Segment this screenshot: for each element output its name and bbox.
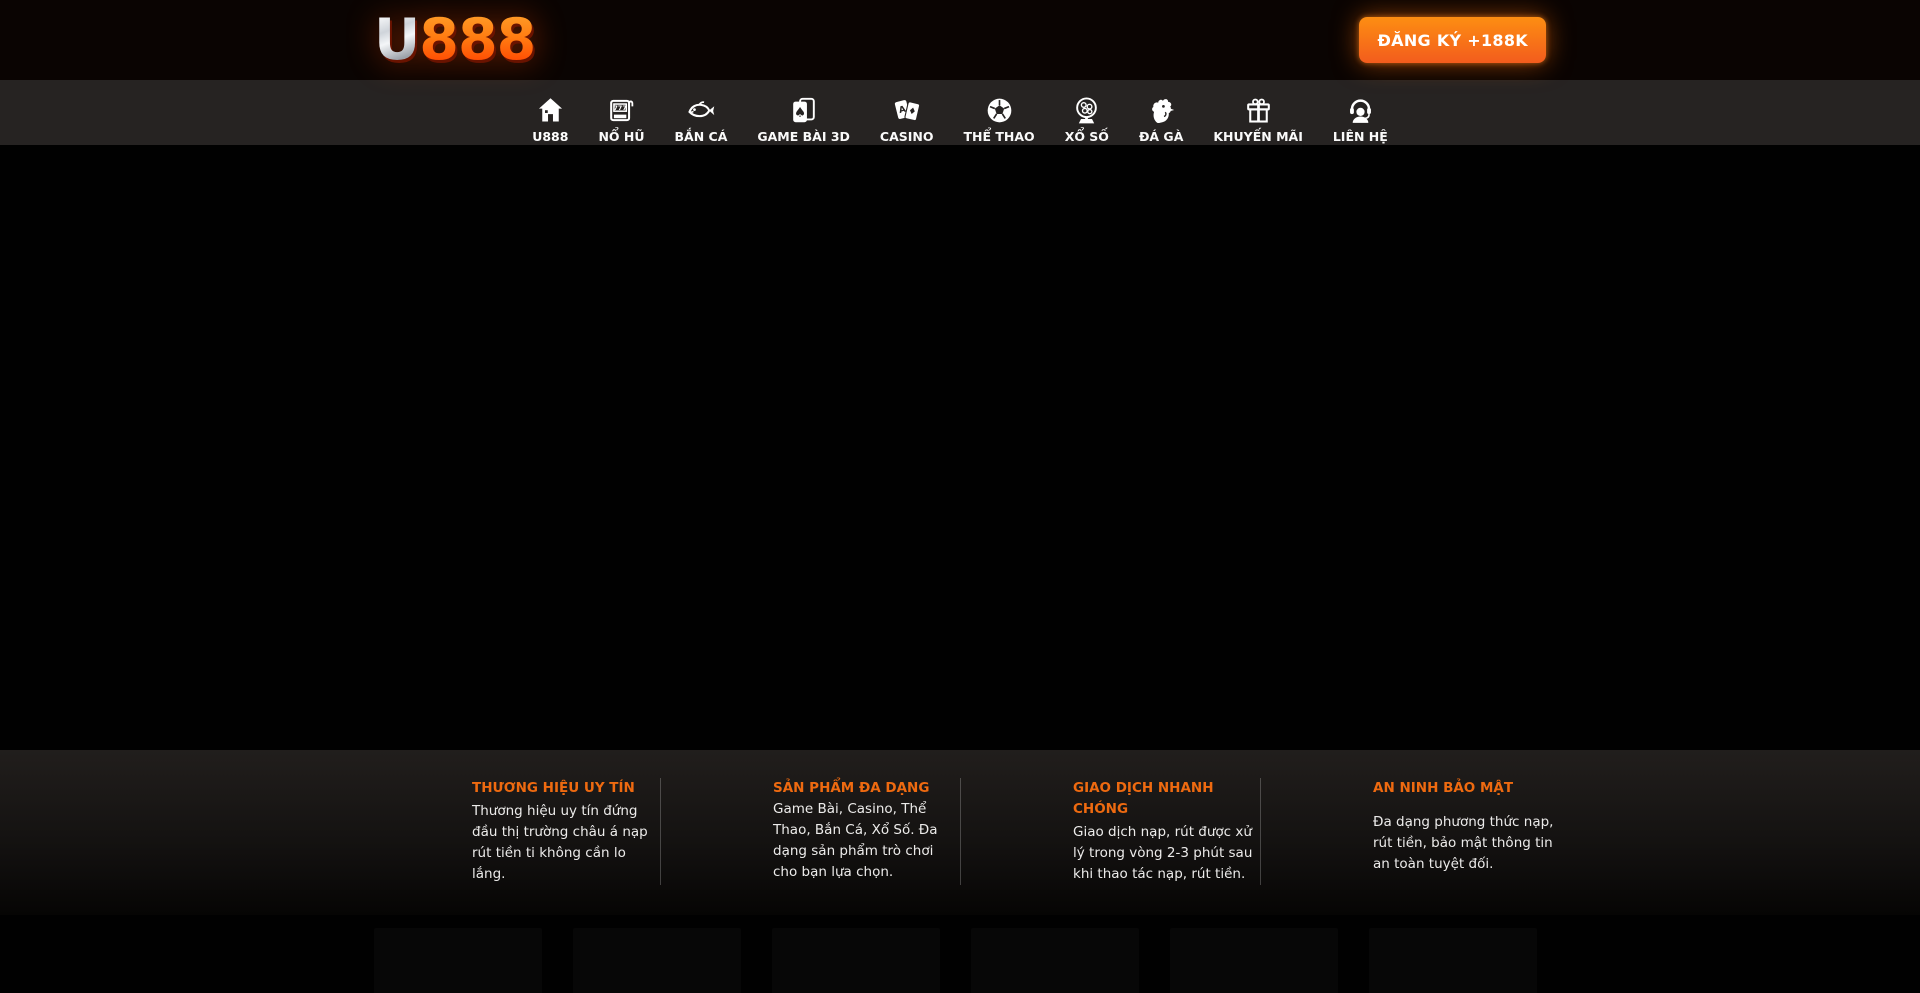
feature-body: Thương hiệu uy tín đứng đầu thị trường c… [472, 803, 648, 882]
provider-logo-placeholder [573, 928, 741, 993]
soccer-ball-icon [981, 92, 1017, 128]
nav-item-khuyen-mai[interactable]: KHUYẾN MÃI [1213, 80, 1302, 145]
nav-item-game-bai-3d[interactable]: ♠ GAME BÀI 3D [757, 80, 850, 145]
slot-machine-icon: 777 [603, 92, 639, 128]
home-icon [532, 92, 568, 128]
logo-text-u: U [374, 7, 419, 73]
nav-label: LIÊN HỆ [1333, 129, 1388, 144]
provider-logo-placeholder [772, 928, 940, 993]
headset-icon [1342, 92, 1378, 128]
nav-item-da-ga[interactable]: ĐÁ GÀ [1139, 80, 1183, 145]
nav-label: ĐÁ GÀ [1139, 129, 1183, 144]
rooster-icon [1143, 92, 1179, 128]
nav-label: KHUYẾN MÃI [1213, 129, 1302, 144]
nav-label: GAME BÀI 3D [757, 129, 850, 144]
nav-item-lien-he[interactable]: LIÊN HỆ [1333, 80, 1388, 145]
feature-heading: THƯƠNG HIỆU UY TÍN [472, 778, 658, 799]
feature-security: AN NINH BẢO MẬT Đa dạng phương thức nạp,… [1260, 778, 1560, 885]
top-header: U888 ĐĂNG KÝ +188K [0, 0, 1920, 80]
provider-logo-placeholder [971, 928, 1139, 993]
gift-icon [1240, 92, 1276, 128]
card-spade-icon: ♠ [786, 92, 822, 128]
feature-brand-trust: THƯƠNG HIỆU UY TÍN Thương hiệu uy tín đứ… [360, 778, 660, 885]
main-nav: U888 777 NỔ HŨ [0, 80, 1920, 145]
feature-fast-transactions: GIAO DỊCH NHANH CHÓNG Giao dịch nạp, rút… [960, 778, 1260, 885]
nav-item-u888[interactable]: U888 [532, 80, 568, 145]
footer-features: THƯƠNG HIỆU UY TÍN Thương hiệu uy tín đứ… [0, 750, 1920, 915]
nav-label: NỔ HŨ [598, 129, 644, 144]
nav-label: THỂ THAO [964, 129, 1035, 144]
nav-label: CASINO [880, 129, 934, 144]
nav-item-xo-so[interactable]: XỔ SỐ [1065, 80, 1109, 145]
lottery-machine-icon [1069, 92, 1105, 128]
feature-body: Đa dạng phương thức nạp, rút tiền, bảo m… [1373, 812, 1559, 875]
provider-logo-placeholder [374, 928, 542, 993]
main-content-area [0, 145, 1920, 750]
nav-item-the-thao[interactable]: THỂ THAO [964, 80, 1035, 145]
feature-body: Giao dịch nạp, rút được xử lý trong vòng… [1073, 824, 1252, 882]
feature-heading: SẢN PHẨM ĐA DẠNG [773, 780, 929, 796]
nav-item-casino[interactable]: A ♦ CASINO [880, 80, 934, 145]
feature-product-variety: SẢN PHẨM ĐA DẠNG Game Bài, Casino, Thể T… [660, 778, 960, 885]
fish-icon [683, 92, 719, 128]
nav-label: U888 [532, 129, 568, 144]
svg-text:777: 777 [614, 104, 627, 111]
register-button[interactable]: ĐĂNG KÝ +188K [1359, 17, 1546, 63]
provider-logo-placeholder [1369, 928, 1537, 993]
feature-heading: GIAO DỊCH NHANH CHÓNG [1073, 778, 1259, 820]
playing-cards-icon: A ♦ [889, 92, 925, 128]
logo-text-888: 888 [419, 7, 535, 73]
nav-item-ban-ca[interactable]: BẮN CÁ [675, 80, 728, 145]
nav-item-no-hu[interactable]: 777 NỔ HŨ [598, 80, 644, 145]
feature-body: Game Bài, Casino, Thể Thao, Bắn Cá, Xổ S… [773, 801, 938, 880]
u888-homepage: U888 ĐĂNG KÝ +188K U888 777 NỔ HŨ [0, 0, 1920, 993]
nav-label: XỔ SỐ [1065, 129, 1109, 144]
svg-text:♠: ♠ [794, 104, 806, 120]
feature-heading: AN NINH BẢO MẬT [1373, 778, 1559, 799]
nav-label: BẮN CÁ [675, 129, 728, 144]
footer-logo-strip [0, 928, 1920, 993]
provider-logo-placeholder [1170, 928, 1338, 993]
u888-logo[interactable]: U888 [374, 12, 535, 69]
